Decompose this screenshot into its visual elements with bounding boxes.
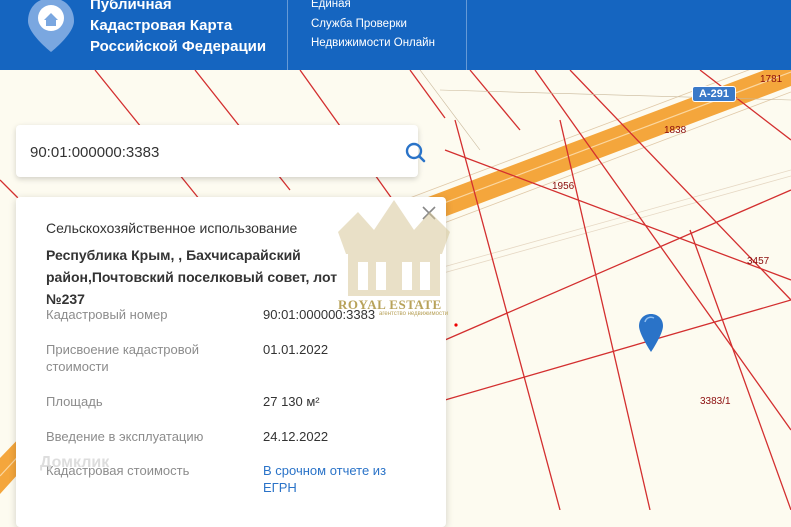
site-title-line: Кадастровая Карта <box>90 17 233 34</box>
house-pin-icon[interactable] <box>24 0 78 54</box>
parcel-number-label[interactable]: 1781 <box>760 74 782 85</box>
search-bar <box>16 125 418 177</box>
prop-label-valuation-date: Присвоение кадастровой стоимости <box>46 342 200 374</box>
site-title-line: Публичная <box>90 0 172 13</box>
parcel-address: Республика Крым, , Бахчисарайский район,… <box>46 247 338 307</box>
parcel-number-label[interactable]: 3383/1 <box>700 396 731 407</box>
prop-value-commissioning: 24.12.2022 <box>263 429 329 444</box>
prop-value-valuation-date: 01.01.2022 <box>263 342 329 357</box>
header-divider <box>287 0 288 70</box>
header-divider <box>466 0 467 70</box>
prop-value-area: 27 130 м² <box>263 394 320 409</box>
prop-label-area: Площадь <box>46 394 103 409</box>
prop-label-cadastral-number: Кадастровый номер <box>46 307 168 322</box>
parcel-number-label[interactable]: 1838 <box>664 125 686 136</box>
service-title-line: Недвижимости Онлайн <box>311 37 435 49</box>
domclick-watermark: Домклик <box>40 454 110 471</box>
parcel-number-label[interactable]: 3457 <box>747 256 769 267</box>
site-title[interactable]: Публичная Кадастровая Карта Российской Ф… <box>90 0 266 57</box>
road-label: А-291 <box>692 86 736 102</box>
site-title-line: Российской Федерации <box>90 38 267 55</box>
prop-label-commissioning: Введение в эксплуатацию <box>46 429 204 444</box>
egrn-report-link[interactable]: В срочном отчете из ЕГРН <box>263 462 413 496</box>
search-icon[interactable] <box>400 140 430 164</box>
service-title-line: Служба Проверки <box>311 17 407 30</box>
service-title-line: Единая <box>311 0 351 10</box>
service-title[interactable]: Единая Служба Проверки Недвижимости Онла… <box>311 0 435 54</box>
watermark-subtext: агентство недвижимости <box>379 311 449 317</box>
app-header: Публичная Кадастровая Карта Российской Ф… <box>0 0 791 70</box>
map-point <box>454 323 458 327</box>
search-input[interactable] <box>28 138 362 166</box>
land-category: Сельскохозяйственное использование <box>46 220 298 236</box>
parcel-number-label[interactable]: 1956 <box>552 181 574 192</box>
